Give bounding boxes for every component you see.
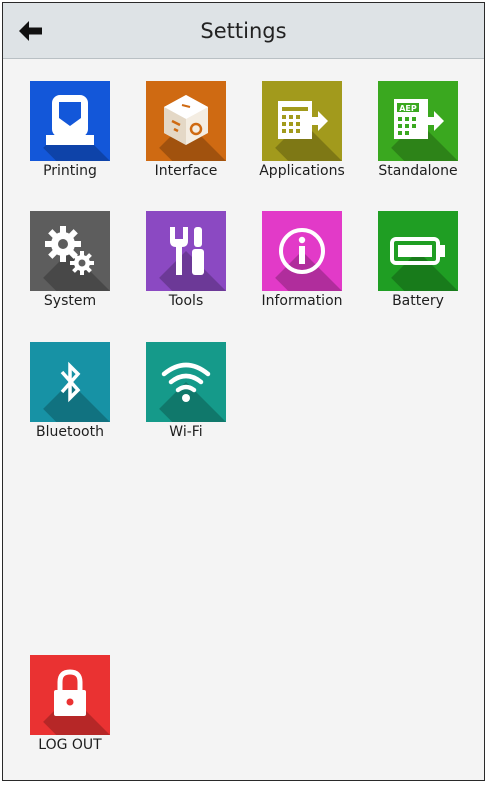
battery-icon bbox=[378, 211, 458, 291]
lock-icon bbox=[30, 655, 110, 735]
tile-information[interactable]: Information bbox=[252, 211, 352, 321]
svg-text:AEP: AEP bbox=[399, 104, 417, 113]
tile-label: System bbox=[43, 293, 97, 309]
tile-label: Standalone bbox=[378, 163, 458, 179]
logout-button[interactable]: LOG OUT bbox=[20, 655, 120, 765]
page-title: Settings bbox=[200, 19, 287, 43]
cube-icon bbox=[146, 81, 226, 161]
tile-label: Battery bbox=[392, 293, 444, 309]
info-icon bbox=[262, 211, 342, 291]
gears-icon bbox=[30, 211, 110, 291]
tools-icon bbox=[146, 211, 226, 291]
tile-interface[interactable]: Interface bbox=[136, 81, 236, 191]
wifi-icon bbox=[146, 342, 226, 422]
tile-printing[interactable]: Printing bbox=[20, 81, 120, 191]
tile-label: Applications bbox=[259, 163, 345, 179]
tile-label: Information bbox=[261, 293, 343, 309]
settings-screen: Settings Printing Interface Applications… bbox=[2, 2, 485, 781]
tile-standalone[interactable]: AEP Standalone bbox=[368, 81, 468, 191]
tile-wifi[interactable]: Wi-Fi bbox=[136, 342, 236, 452]
printer-icon bbox=[30, 81, 110, 161]
bluetooth-icon bbox=[30, 342, 110, 422]
tile-label: Tools bbox=[168, 293, 204, 309]
tile-label: Wi-Fi bbox=[169, 424, 203, 440]
tile-label: Bluetooth bbox=[36, 424, 104, 440]
tile-system[interactable]: System bbox=[20, 211, 120, 321]
header-bar: Settings bbox=[3, 3, 484, 59]
tile-applications[interactable]: Applications bbox=[252, 81, 352, 191]
tile-label: Interface bbox=[154, 163, 218, 179]
aep-icon: AEP bbox=[378, 81, 458, 161]
tile-battery[interactable]: Battery bbox=[368, 211, 468, 321]
logout-label: LOG OUT bbox=[38, 737, 102, 753]
tile-tools[interactable]: Tools bbox=[136, 211, 236, 321]
tile-bluetooth[interactable]: Bluetooth bbox=[20, 342, 120, 452]
tile-label: Printing bbox=[43, 163, 97, 179]
application-icon bbox=[262, 81, 342, 161]
